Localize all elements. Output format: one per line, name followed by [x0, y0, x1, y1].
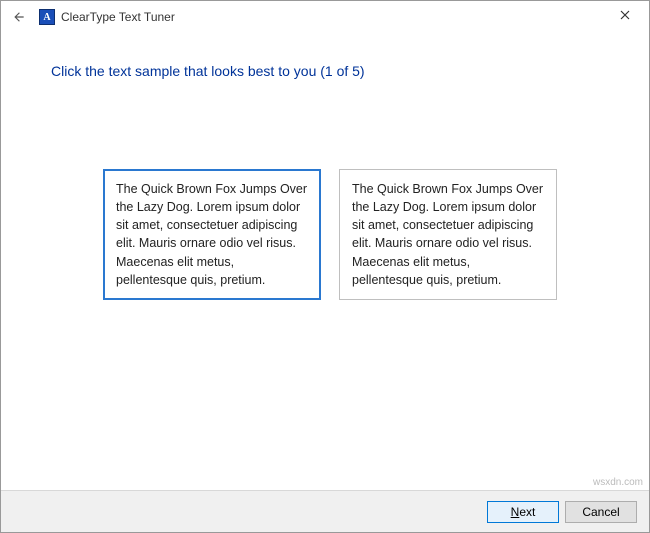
text-sample-2[interactable]: The Quick Brown Fox Jumps Over the Lazy … — [339, 169, 557, 300]
sample-container: The Quick Brown Fox Jumps Over the Lazy … — [51, 169, 609, 300]
back-button[interactable] — [9, 7, 29, 27]
dialog-window: A ClearType Text Tuner Click the text sa… — [0, 0, 650, 533]
back-arrow-icon — [12, 10, 26, 24]
text-sample-1[interactable]: The Quick Brown Fox Jumps Over the Lazy … — [103, 169, 321, 300]
app-icon: A — [39, 9, 55, 25]
page-heading: Click the text sample that looks best to… — [51, 63, 609, 79]
close-icon — [620, 10, 630, 20]
footer-bar: Next Cancel — [1, 490, 649, 532]
next-label-rest: ext — [519, 505, 535, 519]
titlebar: A ClearType Text Tuner — [1, 1, 649, 33]
close-button[interactable] — [605, 3, 645, 27]
cancel-button[interactable]: Cancel — [565, 501, 637, 523]
window-title: ClearType Text Tuner — [61, 10, 175, 24]
next-button[interactable]: Next — [487, 501, 559, 523]
content-area: Click the text sample that looks best to… — [1, 33, 649, 490]
